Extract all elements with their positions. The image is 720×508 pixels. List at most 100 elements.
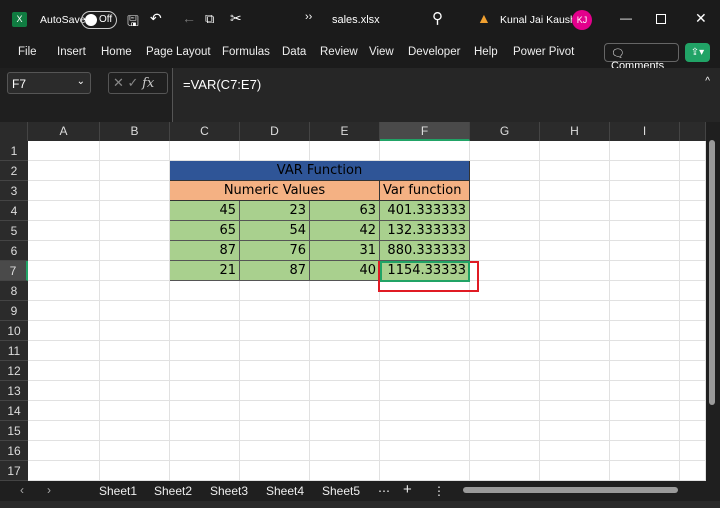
sheet-tab-4[interactable]: Sheet4 [266, 484, 304, 498]
cell[interactable] [380, 441, 470, 461]
cell[interactable] [610, 461, 680, 481]
value-cell[interactable]: 45 [170, 201, 240, 221]
options-icon[interactable]: ⋮ [433, 484, 445, 498]
cell[interactable] [610, 221, 680, 241]
cell[interactable] [100, 161, 170, 181]
active-cell-f7[interactable] [380, 261, 470, 282]
cell[interactable] [28, 361, 100, 381]
cell[interactable] [380, 341, 470, 361]
row-header-10[interactable]: 10 [0, 321, 28, 341]
cell[interactable] [680, 321, 706, 341]
cell[interactable] [610, 301, 680, 321]
cell[interactable] [380, 321, 470, 341]
cell[interactable] [28, 181, 100, 201]
cell[interactable] [28, 401, 100, 421]
cell[interactable] [310, 281, 380, 301]
cell[interactable] [470, 201, 540, 221]
tab-formulas[interactable]: Formulas [222, 46, 270, 58]
row-header-9[interactable]: 9 [0, 301, 28, 321]
cell[interactable] [680, 141, 706, 161]
collapse-icon[interactable]: ^ [705, 76, 710, 87]
cell[interactable] [100, 281, 170, 301]
cell[interactable] [610, 241, 680, 261]
cell[interactable] [680, 201, 706, 221]
cell[interactable] [540, 461, 610, 481]
cell[interactable] [540, 381, 610, 401]
cell[interactable] [470, 301, 540, 321]
cell[interactable] [100, 341, 170, 361]
cell[interactable] [470, 261, 540, 281]
column-header-d[interactable]: D [240, 122, 310, 141]
cell[interactable] [470, 341, 540, 361]
cell[interactable] [310, 461, 380, 481]
undo-icon[interactable]: ↶ [150, 10, 162, 27]
cell[interactable] [28, 461, 100, 481]
row-header-15[interactable]: 15 [0, 421, 28, 441]
cut-icon[interactable]: ✂ [230, 10, 242, 27]
cell[interactable] [470, 221, 540, 241]
cell[interactable] [240, 461, 310, 481]
cell[interactable] [540, 441, 610, 461]
cell[interactable] [100, 301, 170, 321]
cell[interactable] [310, 401, 380, 421]
cell[interactable] [310, 341, 380, 361]
cell[interactable] [28, 421, 100, 441]
cell[interactable] [680, 301, 706, 321]
cell[interactable] [540, 241, 610, 261]
fx-icon[interactable]: fx [142, 76, 154, 91]
cell[interactable] [310, 381, 380, 401]
row-header-7[interactable]: 7 [0, 261, 28, 281]
cell[interactable] [28, 241, 100, 261]
cell[interactable] [28, 261, 100, 281]
cell[interactable] [680, 361, 706, 381]
cell[interactable] [310, 301, 380, 321]
row-header-13[interactable]: 13 [0, 381, 28, 401]
value-cell[interactable]: 76 [240, 241, 310, 261]
cell[interactable] [610, 361, 680, 381]
cell[interactable] [170, 361, 240, 381]
cell[interactable] [680, 161, 706, 181]
cell[interactable] [100, 361, 170, 381]
row-header-16[interactable]: 16 [0, 441, 28, 461]
row-header-5[interactable]: 5 [0, 221, 28, 241]
cell[interactable] [610, 281, 680, 301]
cell[interactable] [28, 141, 100, 161]
cell[interactable] [28, 221, 100, 241]
value-cell[interactable]: 42 [310, 221, 380, 241]
autosave-toggle[interactable]: Off [81, 11, 117, 29]
cell[interactable] [610, 401, 680, 421]
cell[interactable] [100, 181, 170, 201]
cell[interactable] [610, 321, 680, 341]
cell[interactable] [240, 361, 310, 381]
column-header-g[interactable]: G [470, 122, 540, 141]
cell[interactable] [470, 161, 540, 181]
cell[interactable] [28, 321, 100, 341]
name-box[interactable]: F7 ⌄ [7, 72, 91, 94]
row-header-12[interactable]: 12 [0, 361, 28, 381]
cell[interactable] [100, 401, 170, 421]
comments-button[interactable]: 🗨 Comments [604, 43, 679, 72]
cell[interactable] [310, 441, 380, 461]
cell[interactable] [470, 441, 540, 461]
save-icon[interactable]: 🖫 [127, 11, 139, 35]
cell[interactable] [310, 141, 380, 161]
cell[interactable] [470, 461, 540, 481]
warning-icon[interactable]: ▲ [477, 10, 491, 26]
sheet-tab-1[interactable]: Sheet1 [99, 484, 137, 498]
tab-page-layout[interactable]: Page Layout [146, 46, 211, 58]
cell[interactable] [680, 281, 706, 301]
cell[interactable] [610, 181, 680, 201]
cell[interactable] [680, 221, 706, 241]
cell[interactable] [540, 161, 610, 181]
value-cell[interactable]: 65 [170, 221, 240, 241]
cell[interactable] [680, 261, 706, 281]
row-header-2[interactable]: 2 [0, 161, 28, 181]
cell[interactable] [540, 341, 610, 361]
cell[interactable] [170, 401, 240, 421]
cell[interactable] [540, 221, 610, 241]
cell[interactable] [610, 421, 680, 441]
cell[interactable] [380, 381, 470, 401]
cell[interactable] [170, 341, 240, 361]
cell[interactable] [470, 421, 540, 441]
sheet-tab-3[interactable]: Sheet3 [210, 484, 248, 498]
